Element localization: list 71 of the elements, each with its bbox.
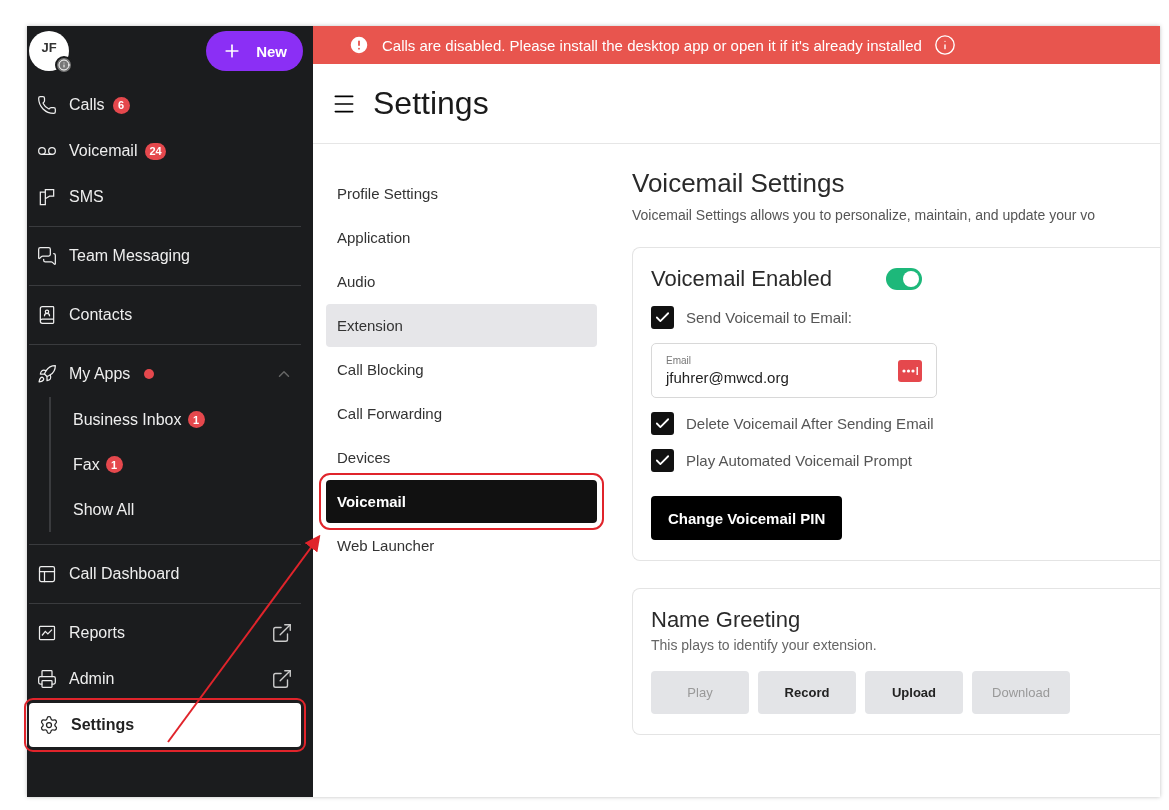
nav-item[interactable]: Admin [29, 656, 301, 702]
settings-menu-item[interactable]: Devices [326, 436, 597, 479]
greeting-button[interactable]: Record [758, 671, 856, 714]
nav-item[interactable]: Voicemail 24 [29, 128, 301, 174]
external-link-icon[interactable] [271, 622, 293, 644]
external-link-icon[interactable] [271, 668, 293, 690]
alert-icon [348, 34, 370, 56]
settings-menu-item[interactable]: Call Forwarding [326, 392, 597, 435]
info-icon [55, 56, 73, 74]
phone-icon [37, 95, 57, 115]
checkbox-label: Send Voicemail to Email: [686, 309, 852, 326]
change-pin-button[interactable]: Change Voicemail PIN [651, 496, 843, 540]
greeting-button[interactable]: Upload [865, 671, 963, 714]
count-badge: 6 [112, 96, 130, 114]
banner-text: Calls are disabled. Please install the desktop app or open it if it's already installed [382, 36, 922, 54]
user-avatar[interactable]: JF [29, 31, 69, 71]
card-title: Name Greeting [651, 607, 802, 633]
card-title: Voicemail Enabled [651, 266, 832, 292]
chat-bubbles-icon [37, 246, 57, 266]
nav-item[interactable]: Calls 6 [29, 82, 301, 128]
settings-menu-item[interactable]: Call Blocking [326, 348, 597, 391]
nav-subitem[interactable]: Fax 1 [73, 442, 301, 487]
nav-item[interactable]: My Apps [29, 351, 301, 397]
nav-item[interactable]: Reports [29, 610, 301, 656]
info-icon[interactable] [933, 34, 956, 56]
checkbox[interactable] [651, 449, 674, 472]
settings-menu-item[interactable]: Extension [326, 304, 597, 347]
settings-menu-item[interactable]: Audio [326, 260, 597, 303]
nav-subitem[interactable]: Show All [73, 487, 301, 532]
nav-label: Calls [69, 96, 105, 114]
rocket-icon [37, 364, 57, 384]
desk-phone-icon [37, 669, 57, 689]
nav-label: Admin [69, 670, 115, 688]
nav-item[interactable]: Contacts [29, 292, 301, 338]
count-badge: 24 [145, 142, 166, 160]
field-value: jfuhrer@mwcd.org [666, 369, 789, 386]
sms-icon [37, 187, 57, 207]
settings-menu-item[interactable]: Profile Settings [326, 172, 597, 215]
layout-icon [37, 564, 57, 584]
page-title: Settings [373, 85, 489, 122]
section-description: Voicemail Settings allows you to personalize, maintain, and update your vo [632, 207, 1097, 223]
nav-label: Contacts [69, 306, 133, 324]
password-manager-icon[interactable] [898, 359, 922, 382]
checkbox-label: Delete Voicemail After Sending Email [686, 415, 934, 432]
nav-label: Voicemail [69, 142, 138, 160]
nav-subitem[interactable]: Business Inbox 1 [73, 397, 301, 442]
nav-label: Team Messaging [69, 247, 190, 265]
nav-label: Call Dashboard [69, 565, 180, 583]
nav-label: SMS [69, 188, 104, 206]
contact-book-icon [37, 305, 57, 325]
checkbox-label: Play Automated Voicemail Prompt [686, 452, 912, 469]
nav-label: Reports [69, 624, 126, 642]
nav-item[interactable]: Team Messaging [29, 233, 301, 279]
chart-icon [37, 623, 57, 643]
new-button[interactable]: New [206, 31, 303, 71]
field-label: Email [666, 355, 692, 366]
toggle-switch[interactable] [886, 268, 922, 290]
settings-menu-item[interactable]: Web Launcher [326, 524, 597, 567]
settings-icon [39, 715, 59, 735]
nav-label: My Apps [69, 365, 131, 383]
nav-label: Settings [71, 716, 135, 734]
email-field[interactable]: Email jfuhrer@mwcd.org [651, 343, 937, 398]
section-title: Voicemail Settings [632, 168, 846, 199]
count-badge: 1 [105, 456, 123, 473]
nav-item[interactable]: SMS [29, 174, 301, 220]
checkbox[interactable] [651, 306, 674, 329]
card-description: This plays to identify your extension. [651, 637, 878, 653]
count-badge: 1 [187, 411, 205, 428]
nav-item[interactable]: Call Dashboard [29, 551, 301, 597]
checkbox[interactable] [651, 412, 674, 435]
settings-menu-item[interactable]: Application [326, 216, 597, 259]
